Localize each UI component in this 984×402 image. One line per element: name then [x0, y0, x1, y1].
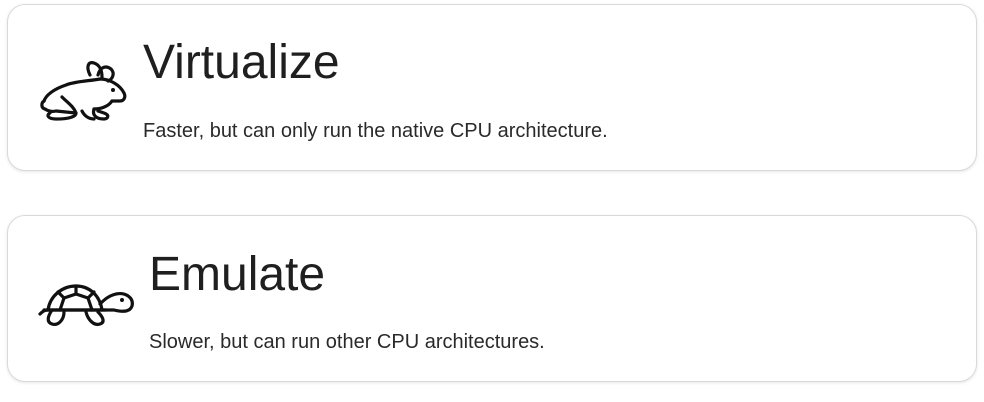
- option-description: Slower, but can run other CPU architectu…: [149, 331, 545, 353]
- turtle-icon: [38, 284, 134, 326]
- option-title: Virtualize: [143, 36, 340, 89]
- emulate-option-card[interactable]: Emulate Slower, but can run other CPU ar…: [7, 215, 977, 382]
- rabbit-icon: [40, 61, 127, 121]
- option-title: Emulate: [149, 248, 326, 301]
- option-description: Faster, but can only run the native CPU …: [143, 120, 608, 142]
- virtualize-option-card[interactable]: Virtualize Faster, but can only run the …: [7, 4, 977, 171]
